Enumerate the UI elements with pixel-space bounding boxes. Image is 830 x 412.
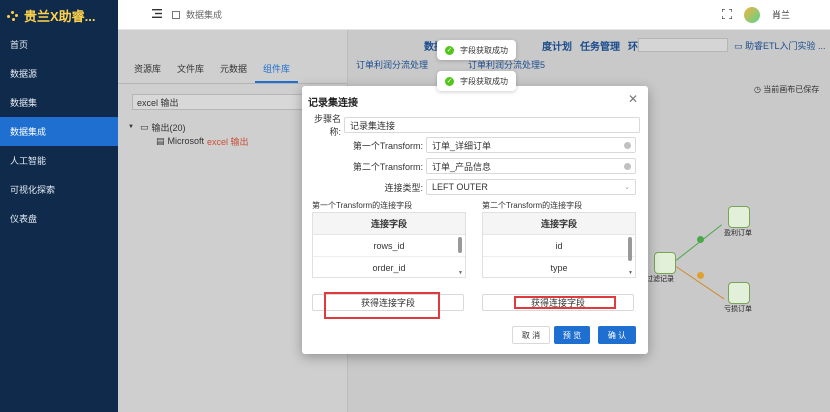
loss-dot [697,272,704,279]
tab-repo[interactable]: 资源库 [126,58,169,83]
scrollbar-thumb[interactable] [458,237,462,253]
tab-metadata[interactable]: 元数据 [212,58,255,83]
second-transform-row: 第二个Transform: 订单_产品信息 [306,158,636,174]
close-icon[interactable]: ✕ [628,92,638,106]
saved-status: ◷ 当前画布已保存 [754,84,819,95]
canvas-tab-1[interactable]: 订单利润分流处理 [356,58,428,71]
loss-node[interactable] [728,282,750,304]
clear-icon[interactable] [624,141,631,149]
sidebar-item-integration[interactable]: 数据集成 [0,117,118,146]
brand[interactable]: 贵兰X助睿... [0,0,118,30]
first-transform-label: 第一个Transform: [352,140,423,151]
caret-down-icon[interactable]: ▼ [128,124,134,130]
logo-icon [6,8,20,22]
filter-node[interactable] [654,252,676,274]
sidebar: 贵兰X助睿... 首页 数据源 数据集 数据集成 人工智能 可视化探索 仪表盘 [0,0,118,412]
panel-tabs: 资源库 文件库 元数据 组件库 [118,58,347,84]
scroll-down-icon[interactable]: ▼ [458,270,463,276]
brand-name: 贵兰X助睿... [24,8,96,24]
filter-node-label: 过滤记录 [646,276,674,283]
first-transform-row: 第一个Transform: 订单_详细订单 [306,137,636,153]
scroll-down-icon[interactable]: ▼ [628,270,633,276]
step-name-label: 步骤名称: [313,114,341,137]
column-header: 连接字段 [483,213,635,235]
step-name-row: 步骤名称: 记录集连接 [306,112,640,138]
confirm-button[interactable]: 确 认 [598,326,636,344]
expand-icon[interactable] [721,7,733,21]
second-transform-value: 订单_产品信息 [432,161,492,172]
first-transform-select[interactable]: 订单_详细订单 [426,137,636,153]
folder-label: 输出(20) [151,122,186,133]
env-select[interactable] [638,38,728,52]
project-icon: ▭ [734,41,746,51]
saved-text: 当前画布已保存 [763,85,820,94]
clock-icon: ◷ [754,85,764,94]
check-icon: ✓ [445,45,454,55]
join-type-select[interactable]: LEFT OUTER ⌄ [426,179,636,195]
dialog-title: 记录集连接 [308,98,358,109]
tab-components[interactable]: 组件库 [255,58,299,83]
column-header: 连接字段 [313,213,465,235]
toast-text: 字段获取成功 [460,45,508,55]
sidebar-item-dataset[interactable]: 数据集 [0,88,118,117]
menu-fold-icon[interactable] [152,9,162,20]
tree-item-highlight: excel 输出 [207,136,249,147]
first-transform-value: 订单_详细订单 [432,140,492,151]
second-transform-label: 第二个Transform: [352,161,423,172]
profit-node-label: 盈利订单 [724,230,752,237]
toast-text: 字段获取成功 [460,76,508,86]
left-group-title: 第一个Transform的连接字段 [312,201,413,210]
table-row[interactable]: id [483,235,635,257]
left-field-table: 连接字段 rows_id order_id order_date ▲ ▼ [312,212,466,278]
breadcrumb-text: 数据集成 [186,10,223,20]
table-row[interactable]: type [483,257,635,277]
etl-link[interactable]: ▭ 助睿ETL入门实验 ... [734,39,826,52]
topbar-right: 肖兰 [721,6,790,23]
search-value: excel 输出 [137,97,179,108]
folder-icon: ▭ [139,121,149,132]
preview-button[interactable]: 预 览 [554,326,590,344]
right-highlight-box [514,296,616,309]
sidebar-item-datasource[interactable]: 数据源 [0,59,118,88]
loss-node-label: 亏损订单 [724,306,752,313]
tab-files[interactable]: 文件库 [169,58,212,83]
tree-item-prefix: Microsoft [167,136,205,146]
scrollbar-thumb[interactable] [628,237,632,261]
avatar[interactable] [743,6,760,23]
left-highlight-box [324,292,440,319]
step-name-value: 记录集连接 [350,120,396,131]
table-row[interactable]: order_id [313,257,465,277]
topbar: 数据集成 肖兰 [118,0,830,30]
sidebar-item-ai[interactable]: 人工智能 [0,146,118,175]
doc-icon [172,10,180,19]
profit-dot [697,236,704,243]
second-transform-select[interactable]: 订单_产品信息 [426,158,636,174]
cancel-button[interactable]: 取 消 [512,326,550,344]
join-dialog: 记录集连接 ✕ 步骤名称: 记录集连接 第一个Transform: 订单_详细订… [302,86,648,354]
join-type-label: 连接类型: [384,182,423,193]
join-type-row: 连接类型: LEFT OUTER ⌄ [306,179,636,195]
join-type-value: LEFT OUTER [432,182,488,192]
clear-icon[interactable] [624,162,631,170]
sidebar-item-dashboard[interactable]: 仪表盘 [0,204,118,233]
breadcrumb: 数据集成 [172,8,222,21]
sidebar-item-visual[interactable]: 可视化探索 [0,175,118,204]
topnav-tasks[interactable]: 任务管理 [580,38,620,53]
check-icon: ✓ [445,76,454,86]
step-name-input[interactable]: 记录集连接 [344,117,640,133]
toast-success-2: ✓ 字段获取成功 [437,71,516,91]
table-row[interactable]: rows_id [313,235,465,257]
toast-success-1: ✓ 字段获取成功 [437,40,516,60]
etl-link-text: 助睿ETL入门实验 ... [745,41,826,51]
chevron-down-icon: ⌄ [624,184,630,191]
right-field-table: 连接字段 id type sub_type ▲ ▼ [482,212,636,278]
topnav-schedule[interactable]: 度计划 [542,38,572,53]
right-group-title: 第二个Transform的连接字段 [482,201,583,210]
file-icon: ▤ [156,135,165,146]
sidebar-item-home[interactable]: 首页 [0,30,118,59]
user-name[interactable]: 肖兰 [772,8,790,21]
profit-node[interactable] [728,206,750,228]
